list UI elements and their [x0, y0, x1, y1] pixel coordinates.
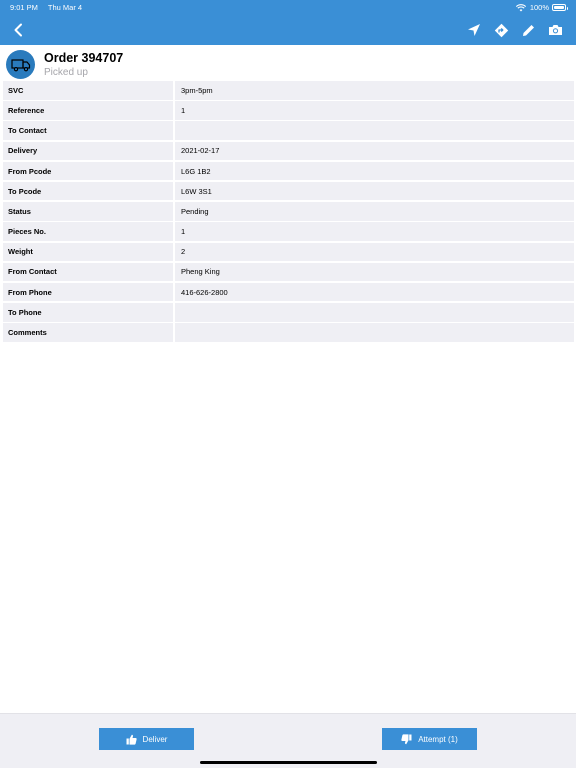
pencil-icon: [522, 24, 534, 36]
edit-button[interactable]: [515, 20, 541, 40]
row-label: Delivery: [3, 141, 173, 161]
back-button[interactable]: [9, 21, 27, 39]
avatar: [6, 50, 35, 79]
table-row: From Pcode L6G 1B2: [3, 161, 574, 182]
chevron-left-icon: [14, 23, 22, 37]
row-value: 1: [175, 101, 574, 120]
nav-actions: [460, 20, 568, 40]
table-row: Reference 1: [3, 101, 574, 121]
row-label: From Phone: [3, 282, 173, 302]
order-details-table: SVC 3pm-5pm Reference 1 To Contact Deliv…: [3, 81, 574, 343]
table-row: From Phone 416-626-2800: [3, 282, 574, 303]
row-value: 416-626-2800: [175, 282, 574, 302]
row-label: Weight: [3, 242, 173, 261]
status-time-date: 9:01 PM Thu Mar 4: [10, 3, 90, 12]
camera-button[interactable]: [542, 20, 568, 40]
row-label: Reference: [3, 101, 173, 120]
table-row: To Contact: [3, 121, 574, 141]
status-bar: 9:01 PM Thu Mar 4 100%: [0, 0, 576, 14]
battery-icon: [552, 4, 568, 11]
location-arrow-icon: [468, 24, 480, 36]
row-value: L6W 3S1: [175, 181, 574, 201]
table-row: Weight 2: [3, 242, 574, 263]
row-label: From Pcode: [3, 161, 173, 181]
row-value: Pending: [175, 202, 574, 221]
table-row: From Contact Pheng King: [3, 262, 574, 283]
top-bar: 9:01 PM Thu Mar 4 100%: [0, 0, 576, 45]
home-indicator[interactable]: [200, 761, 377, 764]
status-time: 9:01 PM: [10, 3, 38, 12]
table-row: Comments: [3, 323, 574, 343]
navigate-button[interactable]: [461, 20, 487, 40]
row-value: 3pm-5pm: [175, 81, 574, 100]
row-label: From Contact: [3, 262, 173, 282]
table-row: To Phone: [3, 303, 574, 323]
truck-icon: [10, 58, 30, 71]
row-value: 1: [175, 222, 574, 241]
wifi-icon: [515, 3, 526, 11]
status-date: Thu Mar 4: [47, 3, 83, 12]
row-value: [175, 323, 574, 342]
row-value: [175, 121, 574, 140]
bottom-toolbar: Deliver Attempt (1): [0, 713, 576, 768]
status-indicators: 100%: [515, 3, 568, 12]
directions-button[interactable]: [488, 20, 514, 40]
order-status: Picked up: [44, 67, 88, 78]
deliver-button[interactable]: Deliver: [99, 728, 194, 750]
battery-percent: 100%: [529, 3, 549, 12]
table-row: Pieces No. 1: [3, 222, 574, 242]
row-value: 2: [175, 242, 574, 261]
row-label: To Contact: [3, 121, 173, 140]
row-value: L6G 1B2: [175, 161, 574, 181]
row-label: Comments: [3, 323, 173, 342]
attempt-label: Attempt (1): [418, 734, 458, 744]
page-title: Order 394707: [44, 51, 124, 65]
table-row: Delivery 2021-02-17: [3, 141, 574, 162]
table-row: Status Pending: [3, 202, 574, 222]
table-row: SVC 3pm-5pm: [3, 81, 574, 101]
row-label: SVC: [3, 81, 173, 100]
row-label: To Phone: [3, 303, 173, 322]
camera-icon: [548, 25, 562, 35]
directions-icon: [494, 23, 508, 37]
row-value: [175, 303, 574, 322]
row-value: 2021-02-17: [175, 141, 574, 161]
row-label: Pieces No.: [3, 222, 173, 241]
order-header: Order 394707 Picked up: [0, 48, 576, 82]
row-label: To Pcode: [3, 181, 173, 201]
row-value: Pheng King: [175, 262, 574, 282]
attempt-button[interactable]: Attempt (1): [382, 728, 477, 750]
row-label: Status: [3, 202, 173, 221]
thumbs-up-icon: [126, 734, 137, 745]
thumbs-down-icon: [401, 733, 412, 744]
deliver-label: Deliver: [142, 734, 168, 744]
table-row: To Pcode L6W 3S1: [3, 181, 574, 202]
